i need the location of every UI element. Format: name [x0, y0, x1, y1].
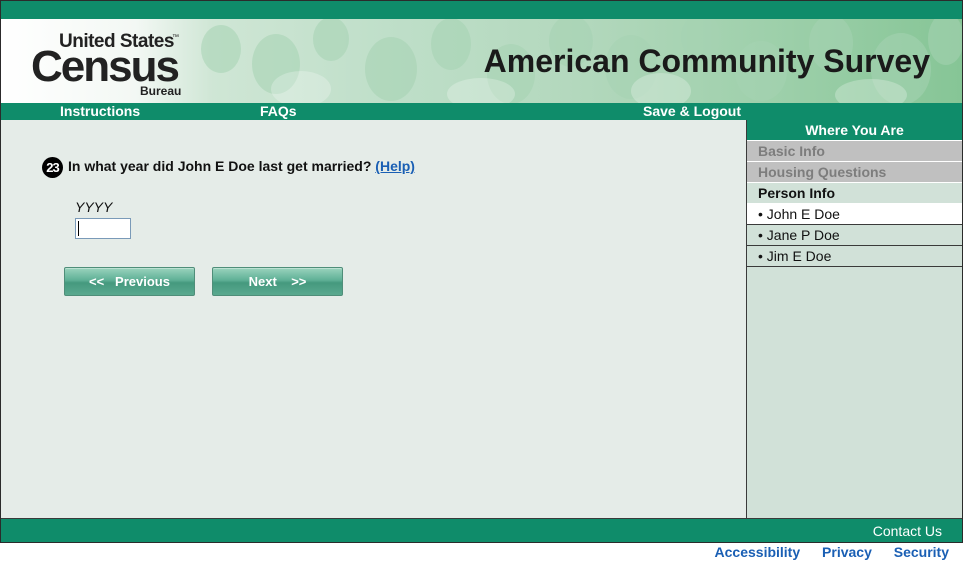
previous-button[interactable]: << Previous — [64, 267, 195, 296]
survey-title: American Community Survey — [483, 43, 930, 79]
footer-bar: Contact Us — [1, 518, 962, 542]
question-panel: 23 In what year did John E Doe last get … — [1, 120, 746, 518]
page-frame: United States ™ Census Bureau American C… — [0, 0, 963, 543]
sidebar-item-person-john[interactable]: • John E Doe — [747, 204, 962, 225]
logo-line-bureau: Bureau — [140, 84, 182, 98]
instructions-link[interactable]: Instructions — [60, 103, 140, 120]
sidebar-item-person-jim[interactable]: • Jim E Doe — [747, 246, 962, 267]
question-number-badge: 23 — [42, 157, 63, 178]
question-line: In what year did John E Doe last get mar… — [68, 157, 415, 175]
census-bureau-logo: United States ™ Census Bureau — [29, 31, 189, 98]
header-banner: United States ™ Census Bureau American C… — [1, 19, 962, 103]
security-link[interactable]: Security — [894, 544, 949, 560]
accessibility-link[interactable]: Accessibility — [715, 544, 801, 560]
faqs-link[interactable]: FAQs — [260, 103, 297, 120]
year-format-label: YYYY — [75, 199, 113, 215]
top-bar — [1, 1, 962, 19]
help-link[interactable]: (Help) — [375, 158, 415, 174]
logo-trademark: ™ — [172, 34, 179, 41]
sidebar-item-basic-info: Basic Info — [747, 141, 962, 162]
sidebar-item-person-jane[interactable]: • Jane P Doe — [747, 225, 962, 246]
year-input[interactable] — [75, 218, 131, 239]
save-logout-link[interactable]: Save & Logout — [643, 103, 741, 120]
sidebar-item-person-info: Person Info — [747, 183, 962, 204]
nav-bar: Instructions FAQs Save & Logout — [1, 103, 962, 120]
contact-us-link[interactable]: Contact Us — [873, 519, 942, 543]
bottom-links: Accessibility Privacy Security — [697, 544, 949, 562]
sidebar-item-housing-questions: Housing Questions — [747, 162, 962, 183]
text-caret — [78, 221, 79, 236]
next-button[interactable]: Next >> — [212, 267, 343, 296]
where-you-are-sidebar: Where You Are Basic Info Housing Questio… — [746, 120, 962, 518]
question-text: In what year did John E Doe last get mar… — [68, 158, 372, 174]
privacy-link[interactable]: Privacy — [822, 544, 872, 560]
sidebar-header: Where You Are — [747, 120, 962, 141]
